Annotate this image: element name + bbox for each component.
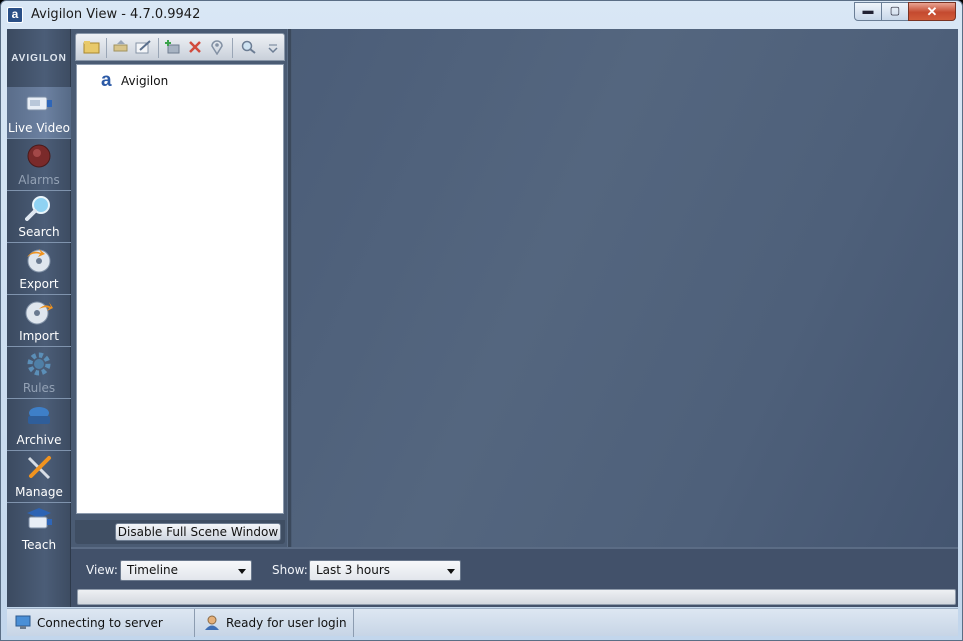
nav-label: Teach — [21, 538, 57, 552]
view-select[interactable]: Timeline — [120, 560, 252, 581]
nav-label: Manage — [15, 485, 63, 499]
toolbar-separator — [158, 38, 159, 58]
chevron-down-icon — [238, 569, 246, 574]
window-title: Avigilon View - 4.7.0.9942 — [31, 7, 201, 22]
show-select[interactable]: Last 3 hours — [309, 560, 461, 581]
nav-manage[interactable]: Manage — [7, 451, 71, 503]
panel-splitter[interactable] — [287, 29, 291, 547]
nav-export[interactable]: Export — [7, 243, 71, 295]
disc-import-icon — [25, 301, 53, 325]
delete-icon[interactable] — [186, 39, 204, 55]
user-status-text: Ready for user login — [226, 616, 347, 630]
gear-icon — [27, 352, 51, 376]
location-pin-icon[interactable] — [208, 39, 226, 55]
wrench-screwdriver-icon — [27, 456, 51, 480]
move-icon[interactable] — [112, 39, 130, 55]
show-label: Show: — [272, 563, 308, 577]
title-bar[interactable]: a Avigilon View - 4.7.0.9942 ▬ ▢ ✕ — [1, 1, 962, 29]
system-explorer-panel: a Avigilon Disable Full Scene Window — [75, 33, 285, 544]
client-area: AVIGILON Live Video Alarms Search Export… — [7, 29, 958, 607]
nav-label: Rules — [22, 381, 56, 395]
nav-label: Alarms — [18, 173, 60, 187]
nav-alarms: Alarms — [7, 139, 71, 191]
graduation-camera-icon — [27, 508, 52, 529]
explorer-toolbar — [75, 33, 285, 61]
nav-label: Archive — [16, 433, 62, 447]
user-icon — [205, 615, 219, 630]
connection-status: Connecting to server — [7, 609, 195, 637]
magnifier-icon — [25, 196, 50, 221]
alarm-light-icon — [27, 144, 51, 168]
minimize-button[interactable]: ▬ — [854, 2, 882, 21]
tree-node-label: Avigilon — [121, 74, 169, 88]
nav-live-video[interactable]: Live Video — [7, 87, 71, 139]
nav-rules: Rules — [7, 347, 71, 399]
edit-icon[interactable] — [134, 39, 152, 55]
maximize-button[interactable]: ▢ — [881, 2, 909, 21]
nav-teach[interactable]: Teach — [7, 503, 71, 555]
computer-icon — [15, 615, 31, 629]
archive-drive-icon — [28, 407, 50, 424]
app-window: a Avigilon View - 4.7.0.9942 ▬ ▢ ✕ AVIGI… — [0, 0, 963, 641]
chevron-down-icon — [447, 569, 455, 574]
camera-icon — [26, 96, 52, 111]
system-tree[interactable]: a Avigilon — [76, 64, 284, 514]
toolbar-separator — [232, 38, 233, 58]
left-nav: AVIGILON Live Video Alarms Search Export… — [7, 29, 71, 607]
avigilon-logo: AVIGILON — [11, 53, 67, 64]
connection-status-text: Connecting to server — [37, 616, 163, 630]
close-button[interactable]: ✕ — [908, 2, 956, 21]
nav-archive[interactable]: Archive — [7, 399, 71, 451]
add-camera-icon[interactable] — [164, 39, 182, 55]
avigilon-site-icon: a — [101, 70, 112, 91]
nav-label: Export — [19, 277, 59, 291]
find-icon[interactable] — [240, 39, 258, 55]
new-folder-icon[interactable] — [82, 39, 100, 55]
view-select-value: Timeline — [127, 563, 179, 577]
nav-import[interactable]: Import — [7, 295, 71, 347]
disc-export-icon — [27, 249, 51, 273]
status-bar: Connecting to server Ready for user logi… — [7, 608, 958, 637]
timeline-controls: View: Timeline Show: Last 3 hours — [71, 547, 958, 607]
nav-search[interactable]: Search — [7, 191, 71, 243]
timeline-bar[interactable] — [77, 589, 956, 605]
overflow-icon[interactable] — [266, 39, 280, 55]
nav-label: Search — [18, 225, 60, 239]
show-select-value: Last 3 hours — [316, 563, 390, 577]
nav-label: Import — [19, 329, 59, 343]
disable-full-scene-window-button[interactable]: Disable Full Scene Window — [115, 523, 281, 541]
user-status: Ready for user login — [196, 609, 354, 637]
nav-label: Live Video — [8, 121, 70, 135]
toolbar-separator — [106, 38, 107, 58]
app-icon[interactable]: a — [7, 7, 23, 23]
panel-footer: Disable Full Scene Window — [75, 520, 285, 544]
view-label: View: — [86, 563, 118, 577]
video-view-area[interactable] — [292, 29, 958, 547]
